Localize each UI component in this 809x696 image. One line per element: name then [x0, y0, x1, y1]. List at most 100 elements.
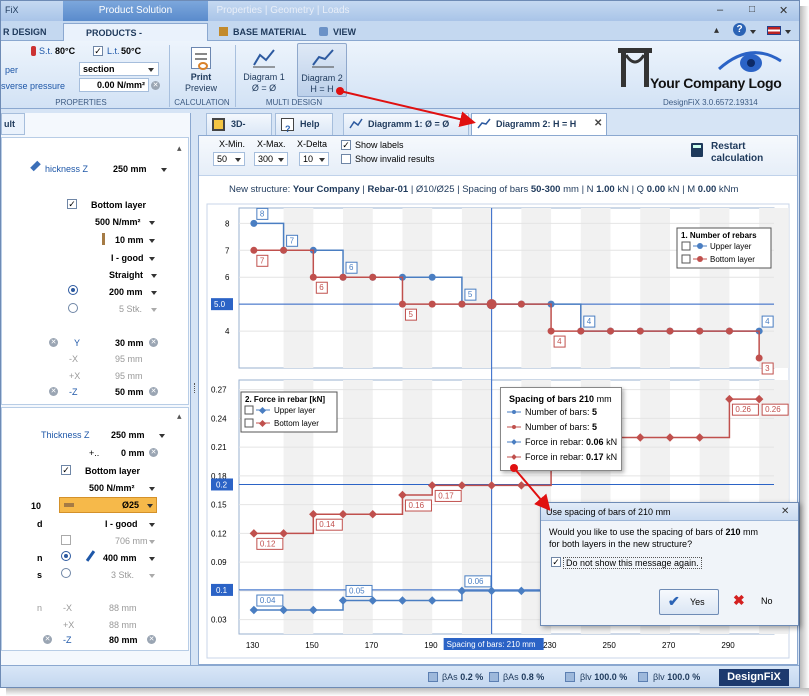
clear-minus-z-lower-value-icon[interactable]: ✕ — [147, 635, 156, 644]
section-select-value: section — [83, 64, 115, 74]
spacing-radio-upper[interactable] — [68, 285, 78, 295]
diagram1-button[interactable]: Diagram 1 Ø = Ø — [241, 45, 287, 95]
tab-help[interactable]: ? Help — [275, 113, 333, 135]
thickness-lower-dropdown-icon[interactable] — [159, 434, 165, 438]
context-tab-properties[interactable]: Properties | Geometry | Loads — [208, 1, 358, 21]
status-beta-lv-2: βlv 100.0 % — [653, 672, 700, 682]
collapse-ribbon-icon[interactable]: ▴ — [714, 25, 719, 36]
status-label-2: βAs — [503, 672, 519, 682]
collapse-lower-icon[interactable]: ▴ — [177, 411, 182, 422]
beta-lv-icon-2 — [638, 672, 648, 682]
collapse-upper-icon[interactable]: ▴ — [177, 143, 182, 154]
data-point — [428, 273, 436, 281]
logo-text: Your Company Logo — [650, 75, 782, 91]
status-value-3: 100.0 % — [594, 672, 628, 682]
spacing-dropdown-icon[interactable] — [151, 291, 157, 295]
n-label-lower: n — [37, 553, 43, 563]
cursor-y-label-3: 0.1 — [216, 586, 228, 595]
row3-label: sverse pressure — [1, 81, 66, 91]
print-preview-button[interactable]: Print Preview — [177, 45, 225, 95]
count-radio-upper[interactable] — [68, 303, 78, 313]
tab-products-calculation[interactable]: PRODUCTS - CALCULATION — [63, 23, 208, 56]
x-tick: 130 — [246, 641, 260, 650]
rebar-lower-icon — [64, 503, 74, 507]
lt-checkbox[interactable]: ✓ — [93, 46, 103, 56]
tab-diagram2[interactable]: Diagramm 2: H = H ✕ — [471, 113, 607, 136]
yes-button[interactable]: ✔ Yes — [659, 589, 719, 615]
tab-view[interactable]: VIEW — [319, 23, 369, 41]
bottom-layer-checkbox-upper[interactable]: ✓ — [67, 199, 77, 209]
clear-minus-z-value-icon[interactable]: ✕ — [149, 387, 158, 396]
data-point — [250, 246, 258, 254]
language-dropdown-icon[interactable] — [785, 30, 791, 34]
status-label-1: βAs — [442, 672, 458, 682]
shape-upper[interactable]: Straight — [109, 270, 143, 280]
strength-lower[interactable]: 500 N/mm² — [89, 483, 135, 493]
clear-y-value-icon[interactable]: ✕ — [149, 338, 158, 347]
clear-pressure-icon[interactable]: ✕ — [151, 81, 160, 90]
tab-diagram1[interactable]: Diagramm 1: Ø = Ø — [343, 113, 469, 135]
count-lower: 3 Stk. — [111, 570, 135, 580]
bond-dropdown-icon[interactable] — [149, 257, 155, 261]
tab-design[interactable]: R DESIGN — [3, 23, 59, 41]
bond-upper[interactable]: I - good — [111, 253, 144, 263]
spacing-lower[interactable]: 400 mm — [103, 553, 137, 563]
bond-lower-dropdown-icon[interactable] — [149, 523, 155, 527]
data-label: 6 — [319, 283, 324, 292]
help-icon[interactable]: ? — [733, 23, 746, 36]
data-point — [250, 219, 258, 227]
area-lower: 706 mm — [115, 536, 148, 546]
help-dropdown-icon[interactable] — [750, 30, 756, 34]
splitter-grip[interactable] — [194, 383, 196, 393]
legend-1-check-2 — [681, 254, 691, 264]
beta-lv-icon-1 — [565, 672, 575, 682]
diameter-dropdown-icon[interactable] — [149, 239, 155, 243]
status-bar: βAs 0.2 % βAs 0.8 % βlv 100.0 % βlv 100.… — [1, 665, 799, 687]
close-button[interactable]: ✕ — [779, 4, 788, 17]
language-flag-icon[interactable] — [767, 26, 781, 35]
x-tick: 270 — [662, 641, 676, 650]
dont-show-checkbox[interactable]: ✓ — [551, 557, 561, 567]
clear-y-icon[interactable]: ✕ — [49, 338, 58, 347]
rebar-icon — [102, 233, 105, 245]
spacing-upper[interactable]: 200 mm — [109, 287, 143, 297]
y-tick-2: 0.15 — [211, 501, 227, 510]
shape-dropdown-icon[interactable] — [151, 274, 157, 278]
tab-base-material[interactable]: BASE MATERIAL — [219, 23, 319, 41]
close-tab-icon[interactable]: ✕ — [594, 114, 602, 134]
tab-3d-model[interactable]: 3D-Model — [206, 113, 272, 149]
thickness-dropdown-icon[interactable] — [161, 168, 167, 172]
strength-dropdown-icon[interactable] — [149, 221, 155, 225]
strength-upper[interactable]: 500 N/mm² — [95, 217, 141, 227]
context-tab-product-solution[interactable]: Product Solution — [63, 1, 208, 21]
diameter-upper[interactable]: 10 mm — [115, 235, 144, 245]
bridge-logo-icon — [618, 48, 652, 87]
count-radio-lower[interactable] — [61, 568, 71, 578]
y-tick-2: 0.09 — [211, 558, 227, 567]
diagram2-button[interactable]: Diagram 2 H = H — [297, 43, 347, 97]
minimize-button[interactable]: – — [717, 4, 723, 16]
tooltip-r1-label: Number of bars: — [525, 407, 590, 417]
clear-minus-z-lower-icon[interactable]: ✕ — [43, 635, 52, 644]
area-checkbox-lower[interactable] — [61, 535, 71, 545]
area-dropdown-icon — [149, 540, 155, 544]
bond-lower[interactable]: I - good — [105, 519, 138, 529]
section-select[interactable]: section — [79, 62, 159, 76]
clear-minus-z-icon[interactable]: ✕ — [49, 387, 58, 396]
no-button[interactable]: ✖ No — [727, 589, 787, 615]
maximize-button[interactable]: □ — [749, 4, 755, 15]
dialog-close-icon[interactable]: ✕ — [781, 506, 789, 517]
strength-lower-dropdown-icon[interactable] — [149, 487, 155, 491]
tab-result[interactable]: ult — [1, 113, 25, 135]
pressure-input[interactable]: 0.00 N/mm² — [79, 78, 149, 92]
tooltip-title-val: 210 — [579, 394, 595, 404]
spacing-lower-dropdown-icon[interactable] — [149, 557, 155, 561]
count-lower-dropdown-icon — [149, 574, 155, 578]
s-label-lower: s — [37, 570, 43, 580]
spacing-radio-lower[interactable] — [61, 551, 71, 561]
x-tick: 250 — [603, 641, 617, 650]
diameter-select-lower[interactable]: Ø25 — [59, 497, 157, 513]
bottom-layer-checkbox-lower[interactable]: ✓ — [61, 465, 71, 475]
clear-plus-icon[interactable]: ✕ — [149, 448, 158, 457]
plus-x-label: +X — [69, 371, 81, 381]
